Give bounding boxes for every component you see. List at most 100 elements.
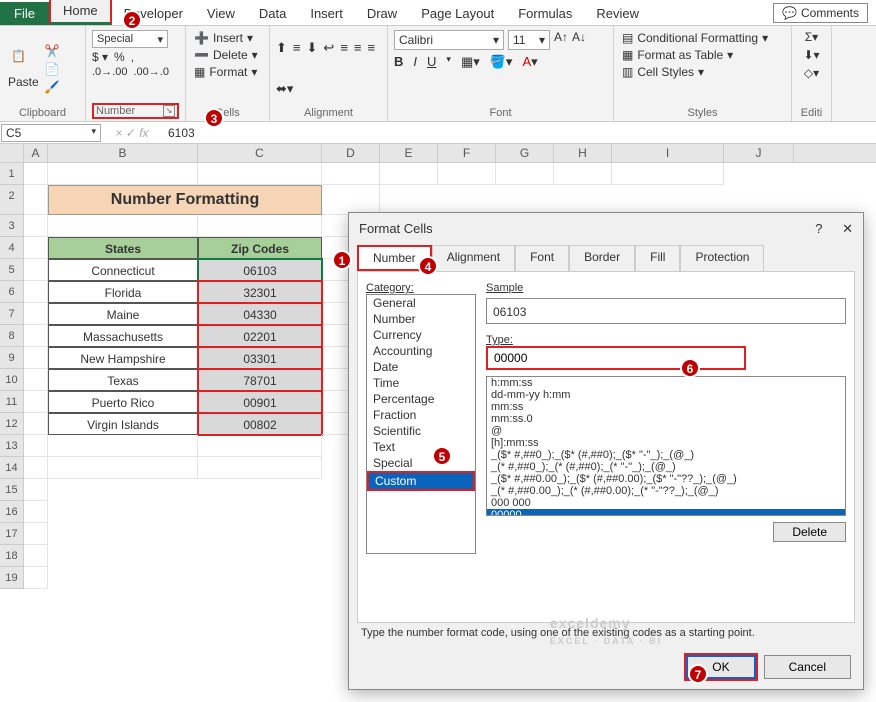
- align-middle-icon[interactable]: ≡: [293, 40, 301, 55]
- row-header[interactable]: 5: [0, 259, 24, 281]
- col-header[interactable]: E: [380, 144, 438, 162]
- align-center-icon[interactable]: ≡: [354, 40, 362, 55]
- italic-button[interactable]: I: [413, 54, 417, 70]
- row-header[interactable]: 15: [0, 479, 24, 501]
- dialog-tab-border[interactable]: Border: [569, 245, 635, 271]
- format-item[interactable]: h:mm:ss: [487, 377, 845, 389]
- category-item-custom[interactable]: Custom: [367, 471, 475, 491]
- cell-zip[interactable]: 06103: [198, 259, 322, 281]
- format-painter-icon[interactable]: 🖌️: [45, 80, 60, 94]
- decrease-decimal-icon[interactable]: .00→.0: [133, 66, 168, 78]
- cell-state[interactable]: Maine: [48, 303, 198, 325]
- format-item-selected[interactable]: 00000: [487, 509, 845, 516]
- row-header[interactable]: 10: [0, 369, 24, 391]
- cell-zip[interactable]: 32301: [198, 281, 322, 303]
- row-header[interactable]: 8: [0, 325, 24, 347]
- insert-tab[interactable]: Insert: [298, 2, 355, 25]
- increase-decimal-icon[interactable]: .0→.00: [92, 66, 127, 78]
- font-size-dropdown[interactable]: 11▾: [508, 30, 550, 50]
- dialog-tab-fill[interactable]: Fill: [635, 245, 680, 271]
- delete-format-button[interactable]: Delete: [773, 522, 846, 542]
- format-item[interactable]: 000 000: [487, 497, 845, 509]
- category-item[interactable]: Currency: [367, 327, 475, 343]
- font-color-button[interactable]: A▾: [522, 54, 537, 70]
- col-header[interactable]: F: [438, 144, 496, 162]
- format-item[interactable]: [h]:mm:ss: [487, 437, 845, 449]
- format-code-list[interactable]: h:mm:ss dd-mm-yy h:mm mm:ss mm:ss.0 @ [h…: [486, 376, 846, 516]
- row-header[interactable]: 6: [0, 281, 24, 303]
- cancel-button[interactable]: Cancel: [764, 655, 851, 679]
- category-item[interactable]: Text: [367, 439, 475, 455]
- cell-styles-button[interactable]: ▥Cell Styles ▾: [620, 64, 785, 80]
- cell-zip[interactable]: 04330: [198, 303, 322, 325]
- format-item[interactable]: @: [487, 425, 845, 437]
- row-header[interactable]: 4: [0, 237, 24, 259]
- merge-icon[interactable]: ⬌▾: [276, 81, 293, 97]
- format-item[interactable]: _(* #,##0.00_);_(* (#,##0.00);_(* "-"??_…: [487, 485, 845, 497]
- bold-button[interactable]: B: [394, 54, 403, 70]
- dialog-tab-alignment[interactable]: Alignment: [432, 245, 515, 271]
- category-list[interactable]: General Number Currency Accounting Date …: [366, 294, 476, 554]
- cell-zip[interactable]: 00802: [198, 413, 322, 435]
- row-header[interactable]: 17: [0, 523, 24, 545]
- category-item[interactable]: Scientific: [367, 423, 475, 439]
- wrap-text-icon[interactable]: ↩: [323, 40, 334, 56]
- cell-zip[interactable]: 78701: [198, 369, 322, 391]
- name-box[interactable]: C5▾: [1, 124, 101, 142]
- format-cells-button[interactable]: ▦Format ▾: [192, 64, 263, 80]
- row-header[interactable]: 13: [0, 435, 24, 457]
- category-item[interactable]: Fraction: [367, 407, 475, 423]
- font-name-dropdown[interactable]: Calibri▾: [394, 30, 504, 50]
- autosum-icon[interactable]: Σ▾: [805, 30, 818, 44]
- row-header[interactable]: 1: [0, 163, 24, 185]
- row-header[interactable]: 12: [0, 413, 24, 435]
- row-header[interactable]: 18: [0, 545, 24, 567]
- category-item[interactable]: Number: [367, 311, 475, 327]
- col-header[interactable]: H: [554, 144, 612, 162]
- help-icon[interactable]: ?: [815, 221, 822, 236]
- cell-state[interactable]: New Hampshire: [48, 347, 198, 369]
- row-header[interactable]: 2: [0, 185, 24, 215]
- increase-font-icon[interactable]: A↑: [554, 30, 568, 50]
- decrease-font-icon[interactable]: A↓: [572, 30, 586, 50]
- row-header[interactable]: 16: [0, 501, 24, 523]
- cell-state[interactable]: Florida: [48, 281, 198, 303]
- data-tab[interactable]: Data: [247, 2, 298, 25]
- fill-icon[interactable]: ⬇▾: [803, 48, 819, 62]
- row-header[interactable]: 19: [0, 567, 24, 589]
- cell-zip[interactable]: 03301: [198, 347, 322, 369]
- cut-icon[interactable]: ✂️: [45, 44, 60, 58]
- align-top-icon[interactable]: ⬆: [276, 40, 287, 56]
- copy-icon[interactable]: 📄: [45, 62, 60, 76]
- cell-state[interactable]: Connecticut: [48, 259, 198, 281]
- dialog-tab-protection[interactable]: Protection: [680, 245, 764, 271]
- col-header[interactable]: J: [724, 144, 794, 162]
- cell-state[interactable]: Virgin Islands: [48, 413, 198, 435]
- formulas-tab[interactable]: Formulas: [506, 2, 584, 25]
- conditional-formatting-button[interactable]: ▤Conditional Formatting ▾: [620, 30, 785, 46]
- view-tab[interactable]: View: [195, 2, 247, 25]
- review-tab[interactable]: Review: [584, 2, 651, 25]
- align-right-icon[interactable]: ≡: [368, 40, 376, 55]
- category-item[interactable]: General: [367, 295, 475, 311]
- format-item[interactable]: _($* #,##0_);_($* (#,##0);_($* "-"_);_(@…: [487, 449, 845, 461]
- percent-icon[interactable]: %: [114, 50, 125, 64]
- category-item[interactable]: Time: [367, 375, 475, 391]
- comma-icon[interactable]: ,: [131, 50, 134, 64]
- align-left-icon[interactable]: ≡: [340, 40, 348, 55]
- col-header[interactable]: A: [24, 144, 48, 162]
- clear-icon[interactable]: ◇▾: [804, 66, 819, 80]
- delete-cells-button[interactable]: ➖Delete ▾: [192, 47, 263, 63]
- formula-bar[interactable]: 6103: [162, 125, 876, 141]
- dialog-tab-font[interactable]: Font: [515, 245, 569, 271]
- category-item[interactable]: Date: [367, 359, 475, 375]
- col-header[interactable]: G: [496, 144, 554, 162]
- paste-button[interactable]: 📋 Paste: [6, 47, 41, 91]
- cell-state[interactable]: Texas: [48, 369, 198, 391]
- cell-zip[interactable]: 02201: [198, 325, 322, 347]
- type-input[interactable]: [486, 346, 746, 370]
- col-header[interactable]: B: [48, 144, 198, 162]
- format-item[interactable]: mm:ss: [487, 401, 845, 413]
- underline-button[interactable]: U: [427, 54, 436, 70]
- number-dialog-launcher[interactable]: ↘: [163, 105, 175, 117]
